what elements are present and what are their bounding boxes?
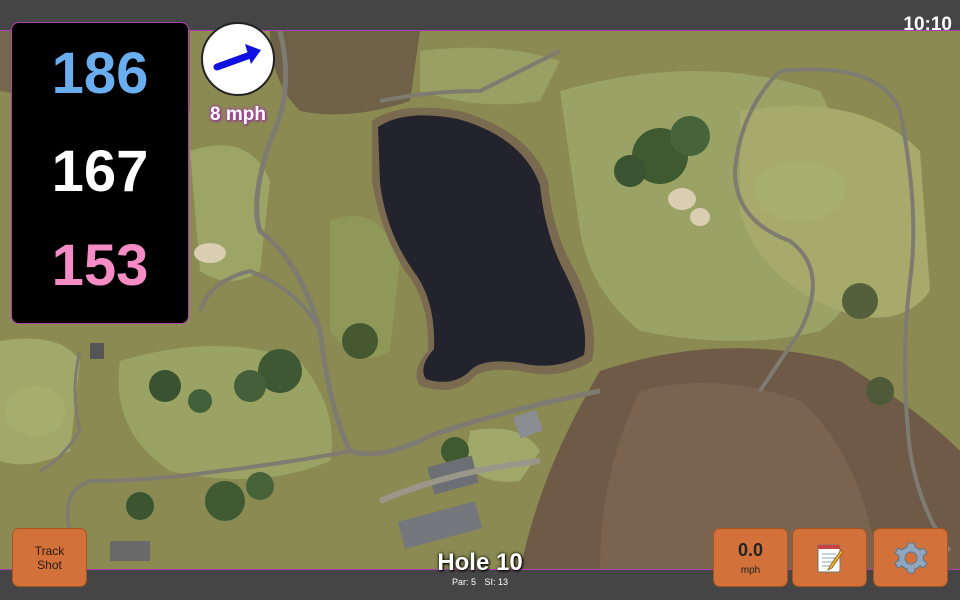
settings-button[interactable] bbox=[873, 528, 948, 587]
hole-info: Par: 5 SI: 13 bbox=[380, 577, 580, 587]
scorecard-notes-button[interactable] bbox=[792, 528, 867, 587]
wind-arrow-icon bbox=[213, 44, 261, 71]
speed-value: 0.0 bbox=[737, 539, 764, 560]
hole-par: Par: 5 bbox=[451, 577, 476, 587]
track-shot-label-line1: Track bbox=[34, 543, 65, 558]
speed-unit: mph bbox=[740, 564, 761, 576]
notepad-icon bbox=[817, 544, 844, 572]
wind-direction-indicator bbox=[201, 22, 275, 96]
hole-title: Hole 10 bbox=[437, 549, 523, 576]
wind-speed-label: 8 mph bbox=[210, 104, 266, 125]
hole-stroke-index: SI: 13 bbox=[484, 577, 509, 587]
speed-button[interactable]: 0.0 mph bbox=[713, 528, 788, 587]
distance-back: 186 bbox=[51, 41, 149, 106]
distance-middle: 167 bbox=[51, 139, 149, 204]
distance-front: 153 bbox=[51, 233, 149, 298]
gear-icon bbox=[893, 542, 928, 573]
track-shot-button[interactable]: Track Shot bbox=[12, 528, 87, 587]
distance-panel: 186 167 153 bbox=[11, 22, 189, 324]
track-shot-label-line2: Shot bbox=[37, 557, 62, 572]
